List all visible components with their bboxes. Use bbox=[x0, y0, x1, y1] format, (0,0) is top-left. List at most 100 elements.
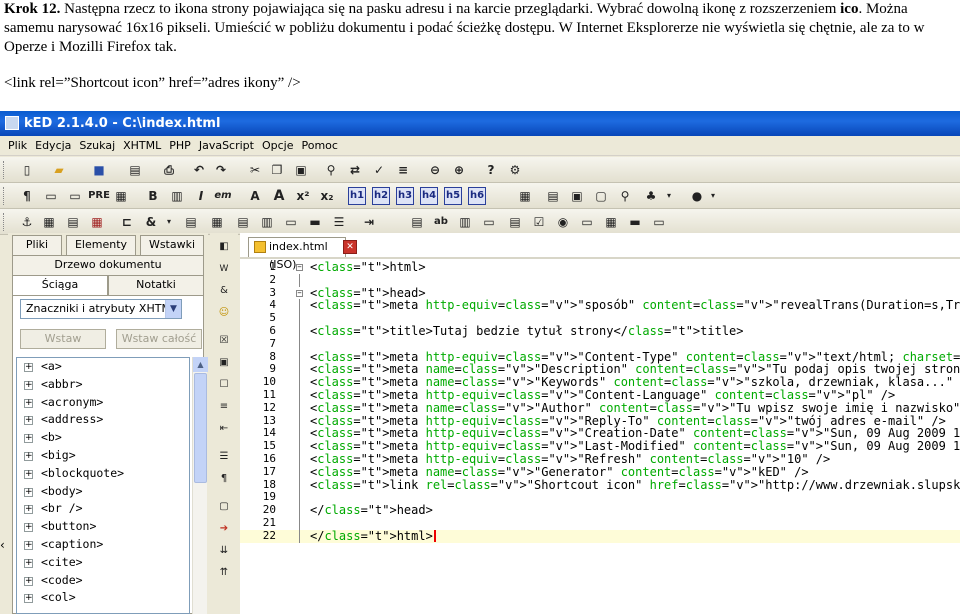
code-line[interactable]: 20 </class="t">head> bbox=[240, 503, 960, 517]
tree-item[interactable]: + <b> bbox=[17, 429, 189, 447]
open-folder-icon[interactable]: ▰ bbox=[50, 161, 68, 179]
expand-icon[interactable]: + bbox=[24, 594, 33, 604]
form-insert-icon[interactable]: ▤ bbox=[408, 213, 426, 231]
font-larger-icon[interactable]: A bbox=[270, 187, 288, 205]
hidden-field-icon[interactable]: ▬ bbox=[626, 213, 644, 231]
tab-drzewo-dokumentu[interactable]: Drzewo dokumentu bbox=[12, 255, 204, 275]
expand-icon[interactable]: + bbox=[24, 416, 33, 426]
rows-icon[interactable]: ☰ bbox=[330, 213, 348, 231]
expand-icon[interactable]: + bbox=[24, 434, 33, 444]
paste-icon[interactable]: ▣ bbox=[292, 161, 310, 179]
expand-icon[interactable]: + bbox=[24, 363, 33, 372]
checkbox-icon[interactable]: ☑ bbox=[530, 213, 548, 231]
menu-edycja[interactable]: Edycja bbox=[31, 136, 75, 156]
subscript-icon[interactable]: x₂ bbox=[318, 187, 336, 205]
tree-item[interactable]: + <br /> bbox=[17, 500, 189, 518]
help-icon[interactable]: ? bbox=[482, 161, 500, 179]
select-box-icon[interactable]: ☐ bbox=[216, 377, 232, 393]
div-icon[interactable]: ▭ bbox=[42, 187, 60, 205]
expand-icon[interactable]: + bbox=[24, 540, 33, 550]
table-icon[interactable]: ▦ bbox=[516, 187, 534, 205]
expand-icon[interactable]: + bbox=[24, 469, 33, 479]
button-icon[interactable]: ▭ bbox=[480, 213, 498, 231]
expand-icon[interactable]: + bbox=[24, 451, 33, 461]
close-tab-icon[interactable]: ✕ bbox=[343, 240, 357, 254]
fold-icon[interactable]: − bbox=[296, 289, 303, 297]
cell-icon[interactable]: ▥ bbox=[258, 213, 276, 231]
expand-icon[interactable]: + bbox=[24, 380, 33, 390]
dropdown-arrow-icon[interactable]: ▾ bbox=[660, 187, 678, 205]
cheatsheet-category-select[interactable]: Znaczniki i atrybuty XHTML ▼ bbox=[20, 299, 182, 319]
comment-icon[interactable]: ⊏ bbox=[118, 213, 136, 231]
align-icon[interactable]: ≡ bbox=[216, 399, 232, 415]
anchor-icon[interactable]: ⚓ bbox=[18, 213, 36, 231]
expand-icon[interactable]: + bbox=[24, 505, 33, 515]
code-line[interactable]: 6 <class="t">title>Tutaj bedzie tytuł str… bbox=[240, 324, 960, 338]
radio-icon[interactable]: ◉ bbox=[554, 213, 572, 231]
expand-icon[interactable]: + bbox=[24, 398, 33, 408]
font-smaller-icon[interactable]: A bbox=[246, 187, 264, 205]
tree-item[interactable]: + <big> bbox=[17, 447, 189, 465]
form-icon[interactable]: ▤ bbox=[544, 187, 562, 205]
tree-item[interactable]: + <abbr> bbox=[17, 376, 189, 394]
tab-elementy[interactable]: Elementy bbox=[66, 235, 136, 255]
scroll-left-icon[interactable]: ‹ bbox=[0, 538, 10, 552]
tree-item[interactable]: + <address> bbox=[17, 411, 189, 429]
expand-icon[interactable]: + bbox=[24, 576, 33, 586]
caption-icon[interactable]: ▬ bbox=[306, 213, 324, 231]
tab-notatki[interactable]: Notatki bbox=[108, 275, 204, 295]
code-line[interactable]: 4 <class="t">meta http-equiv=class="v">"s… bbox=[240, 299, 960, 313]
code-editor[interactable]: index.html (ISO) ✕ 1− <class="t">html> 2 3−… bbox=[240, 233, 960, 614]
menu-javascript[interactable]: JavaScript bbox=[195, 136, 258, 156]
undo-icon[interactable]: ↶ bbox=[190, 161, 208, 179]
new-file-icon[interactable]: ▯ bbox=[18, 161, 36, 179]
word-icon[interactable]: W bbox=[216, 261, 232, 277]
fieldset-icon[interactable]: ▦ bbox=[602, 213, 620, 231]
redo-icon[interactable]: ↷ bbox=[212, 161, 230, 179]
superscript-icon[interactable]: x² bbox=[294, 187, 312, 205]
code-line[interactable]: 22 </class="t">html> bbox=[240, 529, 960, 543]
pilcrow-icon[interactable]: ¶ bbox=[216, 471, 232, 487]
save-icon[interactable]: ■ bbox=[90, 161, 108, 179]
tab-pliki[interactable]: Pliki bbox=[12, 235, 62, 255]
delete-icon[interactable]: ▣ bbox=[216, 355, 232, 371]
image-icon[interactable]: ▦ bbox=[112, 187, 130, 205]
special-chars-icon[interactable]: ♣ bbox=[642, 187, 660, 205]
dropdown-arrow-icon[interactable]: ▾ bbox=[704, 187, 722, 205]
indent-icon[interactable]: ⇥ bbox=[360, 213, 378, 231]
list-icon[interactable]: ☰ bbox=[216, 449, 232, 465]
menu-xhtml[interactable]: XHTML bbox=[119, 136, 165, 156]
expand-icon[interactable]: + bbox=[24, 487, 33, 497]
link-icon[interactable]: ▦ bbox=[40, 213, 58, 231]
frame-icon[interactable]: ▢ bbox=[592, 187, 610, 205]
print-icon[interactable]: ⎙ bbox=[160, 161, 178, 179]
em-button[interactable]: em bbox=[214, 187, 232, 205]
h3-button[interactable]: h3 bbox=[396, 187, 414, 205]
copy-icon[interactable]: ❐ bbox=[268, 161, 286, 179]
close-box-icon[interactable]: ☒ bbox=[216, 333, 232, 349]
scroll-up-icon[interactable]: ▲ bbox=[193, 357, 208, 372]
code-line[interactable]: 1 − <class="t">html> bbox=[240, 260, 960, 274]
italic-button[interactable]: I bbox=[192, 187, 210, 205]
menu-szukaj[interactable]: Szukaj bbox=[75, 136, 119, 156]
image-insert-icon[interactable]: ▣ bbox=[568, 187, 586, 205]
tree-item[interactable]: + <body> bbox=[17, 483, 189, 501]
find-icon[interactable]: ⚲ bbox=[322, 161, 340, 179]
zoom-out-icon[interactable]: ⊖ bbox=[426, 161, 444, 179]
tree-item[interactable]: + <caption> bbox=[17, 536, 189, 554]
insert-button[interactable]: Wstaw bbox=[20, 329, 106, 349]
settings-icon[interactable]: ⚙ bbox=[506, 161, 524, 179]
smiley-icon[interactable]: ☺ bbox=[216, 305, 232, 321]
bold-button[interactable]: B bbox=[144, 187, 162, 205]
replace-icon[interactable]: ⇄ bbox=[346, 161, 364, 179]
h6-button[interactable]: h6 bbox=[468, 187, 486, 205]
menu-opcje[interactable]: Opcje bbox=[258, 136, 298, 156]
tree-item[interactable]: + <code> bbox=[17, 572, 189, 590]
menu-pomoc[interactable]: Pomoc bbox=[297, 136, 341, 156]
select-icon[interactable]: ▤ bbox=[506, 213, 524, 231]
list-ordered-icon[interactable]: ▤ bbox=[182, 213, 200, 231]
tree-item[interactable]: + <cite> bbox=[17, 554, 189, 572]
textarea-icon[interactable]: ▥ bbox=[456, 213, 474, 231]
submit-icon[interactable]: ▭ bbox=[650, 213, 668, 231]
h1-button[interactable]: h1 bbox=[348, 187, 366, 205]
